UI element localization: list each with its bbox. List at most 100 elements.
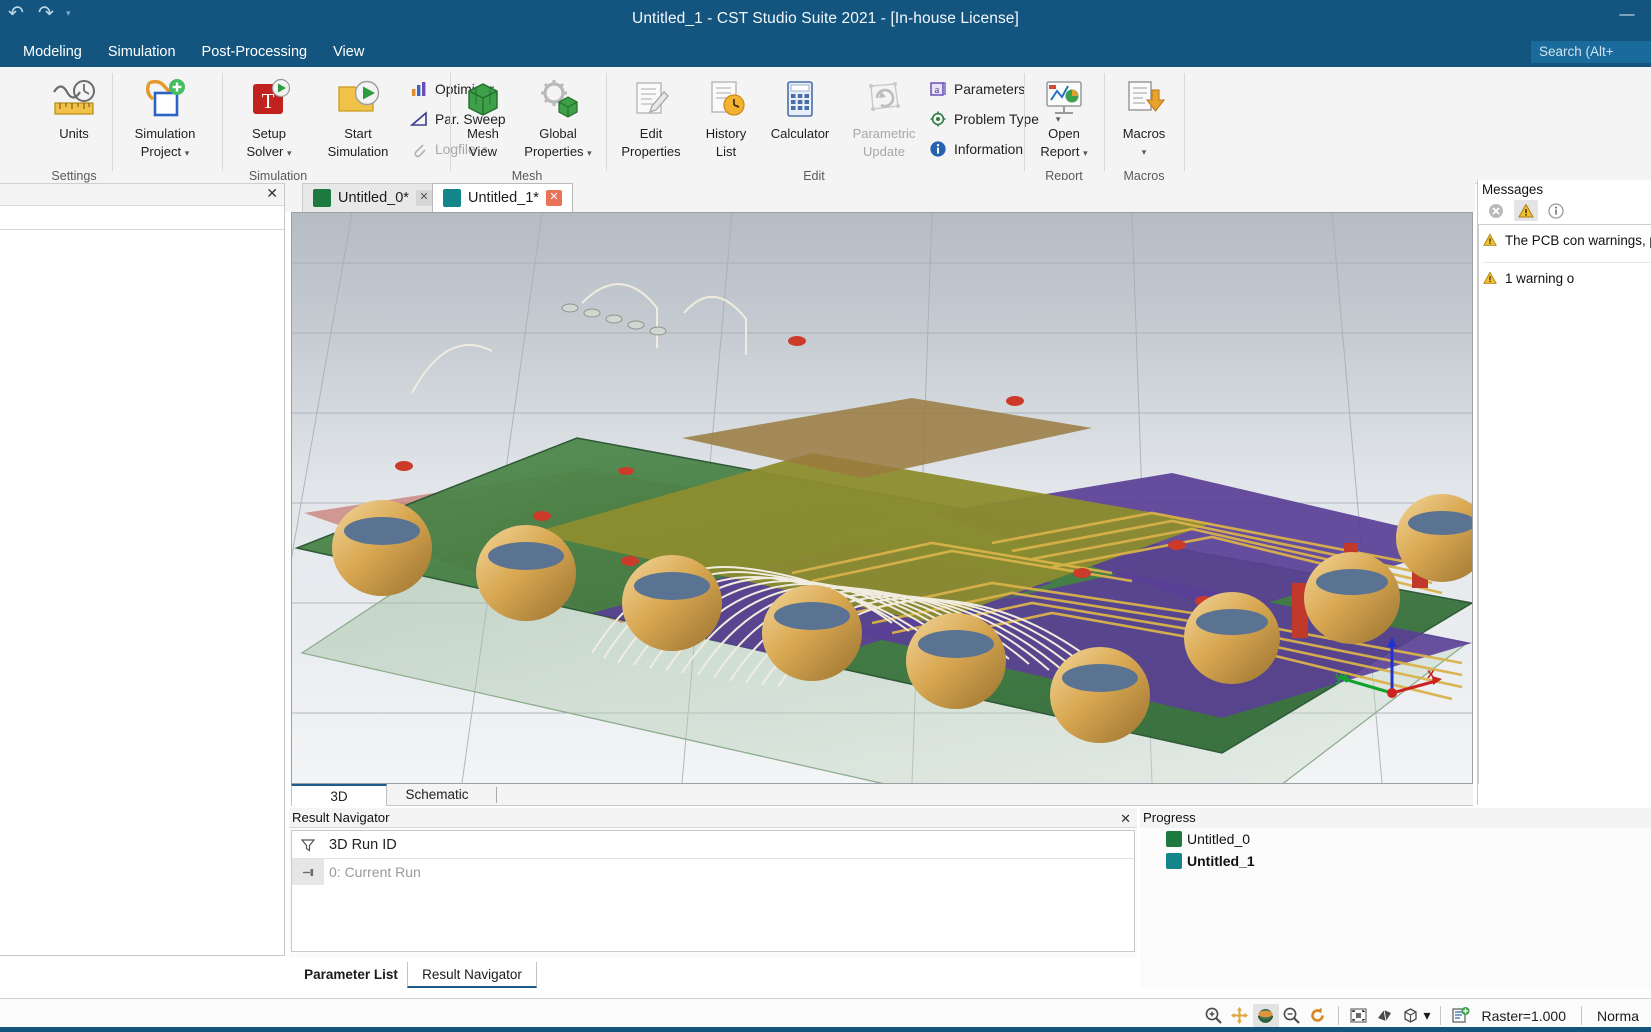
svg-text:a: a — [934, 85, 939, 96]
simulation-project-label-text: Project — [140, 144, 182, 159]
close-icon[interactable]: ✕ — [415, 190, 432, 206]
tab-schematic[interactable]: Schematic — [387, 784, 487, 806]
status-divider — [1337, 1006, 1339, 1025]
3d-scene — [292, 213, 1472, 783]
tree-item-1[interactable]: es — [0, 471, 284, 496]
chevron-down-icon[interactable]: ▾ — [587, 148, 592, 158]
column-header-3d-run-id[interactable]: 3D Run ID — [324, 837, 397, 853]
information-button[interactable]: Information — [928, 135, 1023, 163]
messages-list[interactable]: The PCB con warnings, pl ic2_decaps.l tr… — [1478, 224, 1651, 784]
tree-item-4[interactable]: Current Monitors — [0, 553, 284, 578]
3d-viewport[interactable]: z y x — [291, 212, 1473, 784]
perspective-icon[interactable] — [1372, 1004, 1398, 1028]
menu-bar: Modeling Simulation Post-Processing View… — [0, 37, 1651, 67]
raster-label: Raster=1.000 — [1481, 1007, 1566, 1024]
pan-move-icon[interactable] — [1227, 1004, 1253, 1028]
chevron-down-icon[interactable]: ▾ — [1106, 143, 1182, 161]
tree-item-2[interactable]: nals — [0, 528, 284, 553]
progress-item-untitled-0[interactable]: Untitled_0 — [1140, 828, 1651, 850]
tree-item-0[interactable]: ents — [0, 434, 284, 459]
message-text: The PCB con warnings, pl ic2_decaps.l tr… — [1505, 233, 1651, 248]
pin-row-icon[interactable] — [292, 859, 324, 885]
status-divider — [1439, 1006, 1441, 1025]
parametric-update-label-line2: Update — [863, 144, 905, 159]
menu-item-modeling[interactable]: Modeling — [10, 39, 95, 65]
units-icon — [36, 73, 112, 125]
result-navigator-body: 3D Run ID 0: Current Run — [291, 830, 1135, 952]
navigation-tree-header: ✕ — [0, 184, 284, 206]
calculator-button[interactable]: Calculator — [758, 73, 842, 143]
zoom-in-icon[interactable] — [1201, 1004, 1227, 1028]
macros-icon — [1106, 73, 1182, 125]
reset-view-icon[interactable] — [1305, 1004, 1331, 1028]
table-row[interactable]: 0: Current Run — [292, 859, 1134, 885]
zoom-out-icon[interactable] — [1279, 1004, 1305, 1028]
mesh-view-button[interactable]: Mesh View — [452, 73, 514, 161]
result-navigator-header-row: 3D Run ID — [292, 831, 1134, 859]
history-list-button[interactable]: History List — [694, 73, 758, 161]
funnel-filter-icon[interactable] — [292, 838, 324, 852]
simulation-project-button[interactable]: Simulation Project ▾ — [113, 73, 217, 162]
chevron-down-icon[interactable]: ▾ — [185, 148, 190, 158]
mesh-view-label-line2: View — [469, 144, 497, 159]
project-green-icon — [313, 189, 331, 207]
macros-button[interactable]: Macros ▾ — [1106, 73, 1182, 161]
tab-3d[interactable]: 3D — [291, 784, 387, 806]
document-tab-untitled-1[interactable]: Untitled_1* ✕ — [432, 183, 573, 212]
tab-result-navigator[interactable]: Result Navigator — [407, 962, 537, 988]
progress-item-untitled-1[interactable]: Untitled_1 — [1140, 850, 1651, 872]
fit-to-screen-icon[interactable] — [1346, 1004, 1372, 1028]
viewport-tab-strip: 3D Schematic — [291, 784, 1473, 806]
setup-solver-button[interactable]: T Setup Solver ▾ — [229, 73, 309, 162]
units-button[interactable]: Units — [36, 73, 112, 143]
tree-item-5[interactable]: s — [0, 678, 284, 703]
problem-type-gear-icon — [928, 110, 947, 129]
units-label: Units — [59, 126, 89, 141]
global-properties-label-line2: Properties ▾ — [514, 143, 602, 162]
clear-messages-icon[interactable] — [1484, 200, 1508, 221]
view-cube-icon[interactable] — [1398, 1004, 1424, 1028]
message-item-warning-1: The PCB con warnings, pl ic2_decaps.l tr… — [1483, 231, 1651, 260]
close-icon[interactable]: ✕ — [1120, 809, 1131, 828]
close-icon[interactable]: ✕ — [545, 190, 562, 206]
info-filter-icon[interactable] — [1544, 200, 1568, 221]
mesh-view-label-line1: Mesh — [467, 126, 499, 141]
ribbon-group-edit: Edit Properties History List Calculator … — [608, 67, 1060, 184]
open-report-label-text: Report — [1040, 144, 1080, 159]
tree-item-6[interactable]: g — [0, 733, 284, 758]
search-input[interactable]: Search (Alt+ — [1531, 41, 1651, 63]
edit-properties-label-line1: Edit — [639, 126, 663, 141]
close-icon[interactable]: ✕ — [266, 185, 278, 202]
global-properties-button[interactable]: Global Properties ▾ — [514, 73, 602, 162]
chevron-down-icon[interactable]: ▾ — [287, 148, 292, 158]
menu-item-post-processing[interactable]: Post-Processing — [189, 39, 321, 65]
messages-panel-title: Messages — [1482, 182, 1544, 197]
start-simulation-button[interactable]: Start Simulation — [311, 73, 405, 161]
ribbon-group-macros: Macros ▾ Macros — [1106, 67, 1182, 184]
open-report-button[interactable]: Open Report ▾ — [1026, 73, 1102, 162]
navigation-tree-search[interactable] — [0, 206, 284, 230]
ribbon-toolbar: iew ▾ — [0, 67, 1651, 213]
export-image-icon[interactable] — [1448, 1004, 1474, 1028]
chevron-down-icon[interactable]: ▾ — [1083, 148, 1088, 158]
macros-label: Macros — [1122, 126, 1166, 141]
document-tab-untitled-0[interactable]: Untitled_0* ✕ — [302, 183, 443, 212]
tab-parameter-list[interactable]: Parameter List — [297, 962, 405, 988]
parametric-update-button[interactable]: Parametric Update — [842, 73, 926, 161]
axis-label-y: y — [1335, 668, 1343, 684]
rotate-view-icon[interactable] — [1252, 1003, 1279, 1028]
ribbon-divider — [1024, 73, 1025, 171]
ribbon-group-settings: Units Settings — [36, 67, 112, 184]
ribbon-divider — [450, 73, 451, 171]
menu-item-view[interactable]: View — [320, 39, 377, 65]
edit-properties-icon — [608, 73, 694, 125]
minimize-button[interactable]: — — [1609, 2, 1645, 28]
information-label: Information — [954, 141, 1024, 157]
menu-item-simulation[interactable]: Simulation — [95, 39, 189, 65]
document-tab-strip: Untitled_0* ✕ Untitled_1* ✕ — [285, 180, 1475, 212]
edit-properties-button[interactable]: Edit Properties — [608, 73, 694, 161]
history-list-label-line2: List — [715, 144, 737, 159]
chevron-down-icon[interactable]: ▾ — [1424, 1007, 1433, 1024]
warning-filter-icon[interactable] — [1514, 200, 1538, 221]
start-simulation-label-line1: Start — [344, 126, 372, 141]
